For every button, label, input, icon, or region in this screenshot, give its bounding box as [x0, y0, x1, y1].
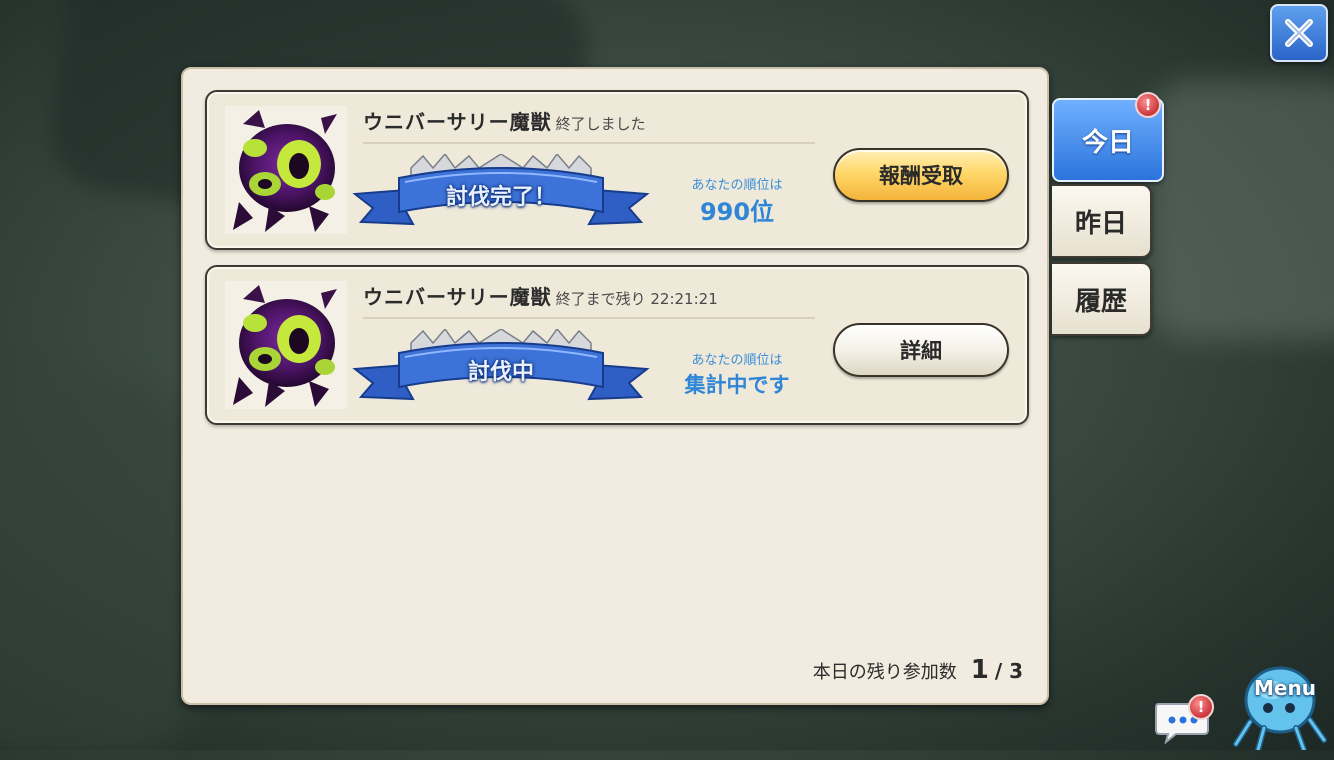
claim-reward-button[interactable]: 報酬受取: [833, 148, 1009, 202]
menu-button[interactable]: [1228, 660, 1328, 750]
event-card-ended: ウニバーサリー魔獣 終了しました 討伐完了！ あなたの順位は 990位 報酬受取: [205, 90, 1029, 250]
tab-yesterday[interactable]: 昨日: [1052, 184, 1152, 258]
banner-label: 討伐完了！: [445, 185, 556, 210]
remaining-total: / 3: [994, 659, 1023, 683]
menu-label: Menu: [1254, 676, 1316, 700]
remaining-participation: 本日の残り参加数 1 / 3: [813, 655, 1023, 685]
event-status: 終了まで残り 22:21:21: [555, 290, 718, 308]
rank-label: あなたの順位は: [691, 353, 783, 368]
event-status: 終了しました: [555, 115, 646, 133]
result-banner: 討伐完了！: [351, 152, 651, 234]
divider: [363, 142, 815, 144]
divider: [363, 317, 815, 319]
result-banner: 討伐中: [351, 327, 651, 409]
event-card-ongoing: ウニバーサリー魔獣 終了まで残り 22:21:21 討伐中 あなたの順位は 集計中…: [205, 265, 1029, 425]
close-icon: [1285, 19, 1313, 47]
event-list-panel: ウニバーサリー魔獣終了しました 討伐完了！ あなたの順位は 990位 報酬受取: [181, 67, 1049, 705]
banner-label: 討伐中: [467, 360, 534, 385]
background-shape: [1150, 80, 1334, 340]
remaining-count: 1: [970, 655, 989, 685]
rank-value: 集計中です: [684, 373, 790, 397]
event-title: ウニバーサリー魔獣 終了まで残り 22:21:21: [363, 285, 718, 309]
rank-label: あなたの順位は: [691, 178, 783, 193]
monster-portrait-icon: [225, 281, 347, 409]
remaining-label: 本日の残り参加数: [812, 662, 957, 683]
alert-badge-icon: !: [1188, 694, 1214, 720]
close-button[interactable]: [1270, 4, 1328, 62]
background-shape: [0, 380, 200, 760]
event-title: ウニバーサリー魔獣 終了しました: [363, 110, 646, 134]
rank-value: 990位: [699, 198, 775, 226]
monster-portrait-icon: [225, 106, 347, 234]
details-button[interactable]: 詳細: [833, 323, 1009, 377]
tab-history[interactable]: 履歴: [1052, 262, 1152, 336]
alert-badge-icon: !: [1135, 92, 1161, 118]
